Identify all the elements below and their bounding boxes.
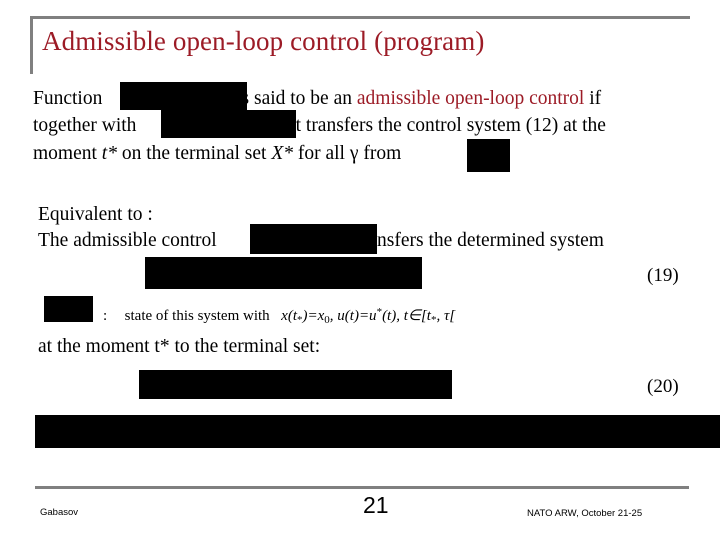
page-title: Admissible open-loop control (program) <box>42 26 485 56</box>
footer-author: Gabasov <box>40 507 79 518</box>
equation-number-19: (19) <box>647 265 679 286</box>
redaction-equation-20 <box>139 370 452 399</box>
redaction-equation-19 <box>145 257 422 289</box>
redaction-admissible-control <box>250 224 377 254</box>
note-math-2: , u(t)=u <box>329 308 377 324</box>
equivalent-heading: Equivalent to : <box>38 204 153 225</box>
title-top-rule <box>30 16 690 19</box>
definition-line-1-pre: Function <box>33 88 103 109</box>
definition-symbol-gamma: γ <box>349 143 359 164</box>
slide-number: 21 <box>363 492 389 518</box>
note-math-1-tail: )=x <box>302 308 325 324</box>
equivalent-line-1-post: transfers the determined system <box>356 230 604 251</box>
definition-line-1-post: if <box>589 88 602 109</box>
redaction-gamma-range <box>467 139 510 172</box>
note-math-2-end: , τ[ <box>436 308 456 324</box>
definition-line-1-accent: admissible open-loop control <box>356 88 585 109</box>
title-left-rule <box>30 16 33 74</box>
equivalent-note-line: : state of this system with x(t*)=x0, u(… <box>103 299 455 333</box>
equation-number-20: (20) <box>647 376 679 397</box>
definition-symbol-x-star: X* <box>271 143 293 164</box>
definition-line-2-post: it transfers the control system (12) at … <box>290 115 606 136</box>
equivalent-closing-line: at the moment t* to the terminal set: <box>38 336 321 357</box>
definition-line-3: moment t* on the terminal set X* for all… <box>33 141 401 167</box>
equivalent-note-text: state of this system with <box>124 308 270 324</box>
definition-line-2: together with it transfers the control s… <box>33 113 606 139</box>
redaction-bottom-bar <box>35 415 720 448</box>
redaction-together-with-symbol <box>161 110 296 138</box>
footer-rule <box>35 486 689 489</box>
footer-event: NATO ARW, October 21-25 <box>527 508 643 519</box>
equivalent-line-1-pre: The admissible control <box>38 230 217 251</box>
redaction-state-symbol <box>44 296 93 322</box>
definition-line-2-pre: together with <box>33 115 137 136</box>
equivalent-note-colon: : <box>103 308 108 324</box>
definition-line-3-pre: moment <box>33 143 97 164</box>
redaction-function-symbol <box>120 82 247 110</box>
definition-line-1: Function is said to be an admissible ope… <box>33 86 601 112</box>
definition-line-3-tail: from <box>363 143 402 164</box>
note-math-1: x(t <box>281 308 297 324</box>
definition-line-3-post: for all <box>297 143 345 164</box>
note-math-2-tail: (t), t∈[t <box>382 308 431 324</box>
definition-symbol-t-star: t* <box>101 143 117 164</box>
definition-line-1-mid: is said to be an <box>236 88 352 109</box>
definition-line-3-mid: on the terminal set <box>121 143 267 164</box>
